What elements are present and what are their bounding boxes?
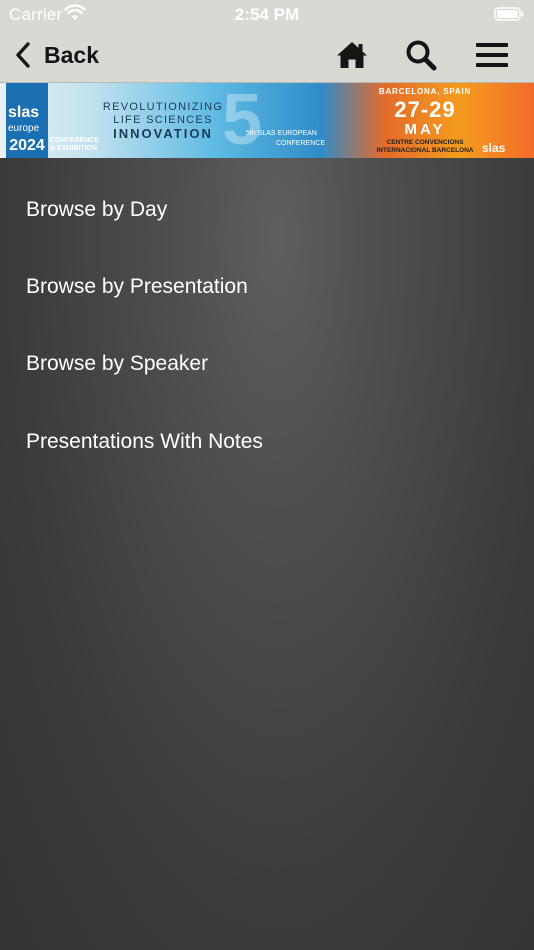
home-icon bbox=[337, 42, 367, 68]
tagline-line1: REVOLUTIONIZING bbox=[102, 101, 224, 113]
navigation-bar: Back bbox=[0, 28, 534, 83]
browse-menu-list: Browse by Day Browse by Presentation Bro… bbox=[0, 171, 534, 481]
banner-month: MAY bbox=[404, 121, 446, 138]
menu-item-label: Browse by Presentation bbox=[26, 275, 248, 299]
banner-venue: CENTRE CONVENCIONS INTERNACIONAL BARCELO… bbox=[370, 139, 480, 155]
browse-menu-content: Browse by Day Browse by Presentation Bro… bbox=[0, 158, 534, 950]
edition-text: 5th SLAS EUROPEAN CONFERENCE bbox=[246, 129, 325, 149]
hamburger-menu-icon bbox=[476, 43, 508, 67]
menu-item-label: Browse by Day bbox=[26, 197, 168, 221]
venue-line2: INTERNACIONAL BARCELONA bbox=[376, 147, 474, 154]
logo-conference-line1: CONFERENCE bbox=[50, 137, 100, 144]
logo-conference-text: CONFERENCE & EXHIBITION bbox=[50, 137, 99, 153]
menu-item-label: Browse by Speaker bbox=[26, 352, 209, 376]
banner-brand: slas bbox=[482, 141, 506, 155]
banner-tagline: REVOLUTIONIZING LIFE SCIENCES INNOVATION bbox=[100, 101, 226, 140]
battery-icon bbox=[494, 7, 524, 21]
menu-button[interactable] bbox=[474, 38, 510, 72]
menu-item-browse-by-day[interactable]: Browse by Day bbox=[0, 171, 534, 248]
back-button[interactable]: Back bbox=[14, 38, 99, 72]
edition-line2: CONFERENCE bbox=[276, 140, 326, 147]
banner-dates: 27-29 bbox=[394, 97, 456, 122]
edition-line1: 5th SLAS EUROPEAN bbox=[246, 130, 317, 137]
menu-item-browse-by-presentation[interactable]: Browse by Presentation bbox=[0, 248, 534, 325]
search-icon bbox=[406, 40, 437, 71]
chevron-left-icon bbox=[16, 42, 30, 68]
banner-city: BARCELONA, SPAIN bbox=[378, 87, 472, 96]
back-button-label: Back bbox=[44, 41, 99, 68]
search-button[interactable] bbox=[403, 38, 439, 72]
logo-europe-text: europe bbox=[8, 123, 40, 134]
event-banner: slas europe 2024 CONFERENCE & EXHIBITION… bbox=[0, 83, 534, 158]
status-bar: Carrier 2:54 PM bbox=[0, 0, 534, 28]
logo-conference-line2: & EXHIBITION bbox=[50, 145, 98, 152]
home-button[interactable] bbox=[334, 38, 370, 72]
status-time: 2:54 PM bbox=[234, 5, 300, 24]
logo-year: 2024 bbox=[9, 137, 45, 154]
menu-item-label: Presentations With Notes bbox=[26, 429, 263, 453]
venue-line1: CENTRE CONVENCIONS bbox=[386, 139, 464, 146]
menu-item-presentations-with-notes[interactable]: Presentations With Notes bbox=[0, 403, 534, 480]
menu-item-browse-by-speaker[interactable]: Browse by Speaker bbox=[0, 326, 534, 403]
logo-slas-text: slas bbox=[8, 104, 40, 121]
tagline-line3: INNOVATION bbox=[113, 126, 213, 141]
